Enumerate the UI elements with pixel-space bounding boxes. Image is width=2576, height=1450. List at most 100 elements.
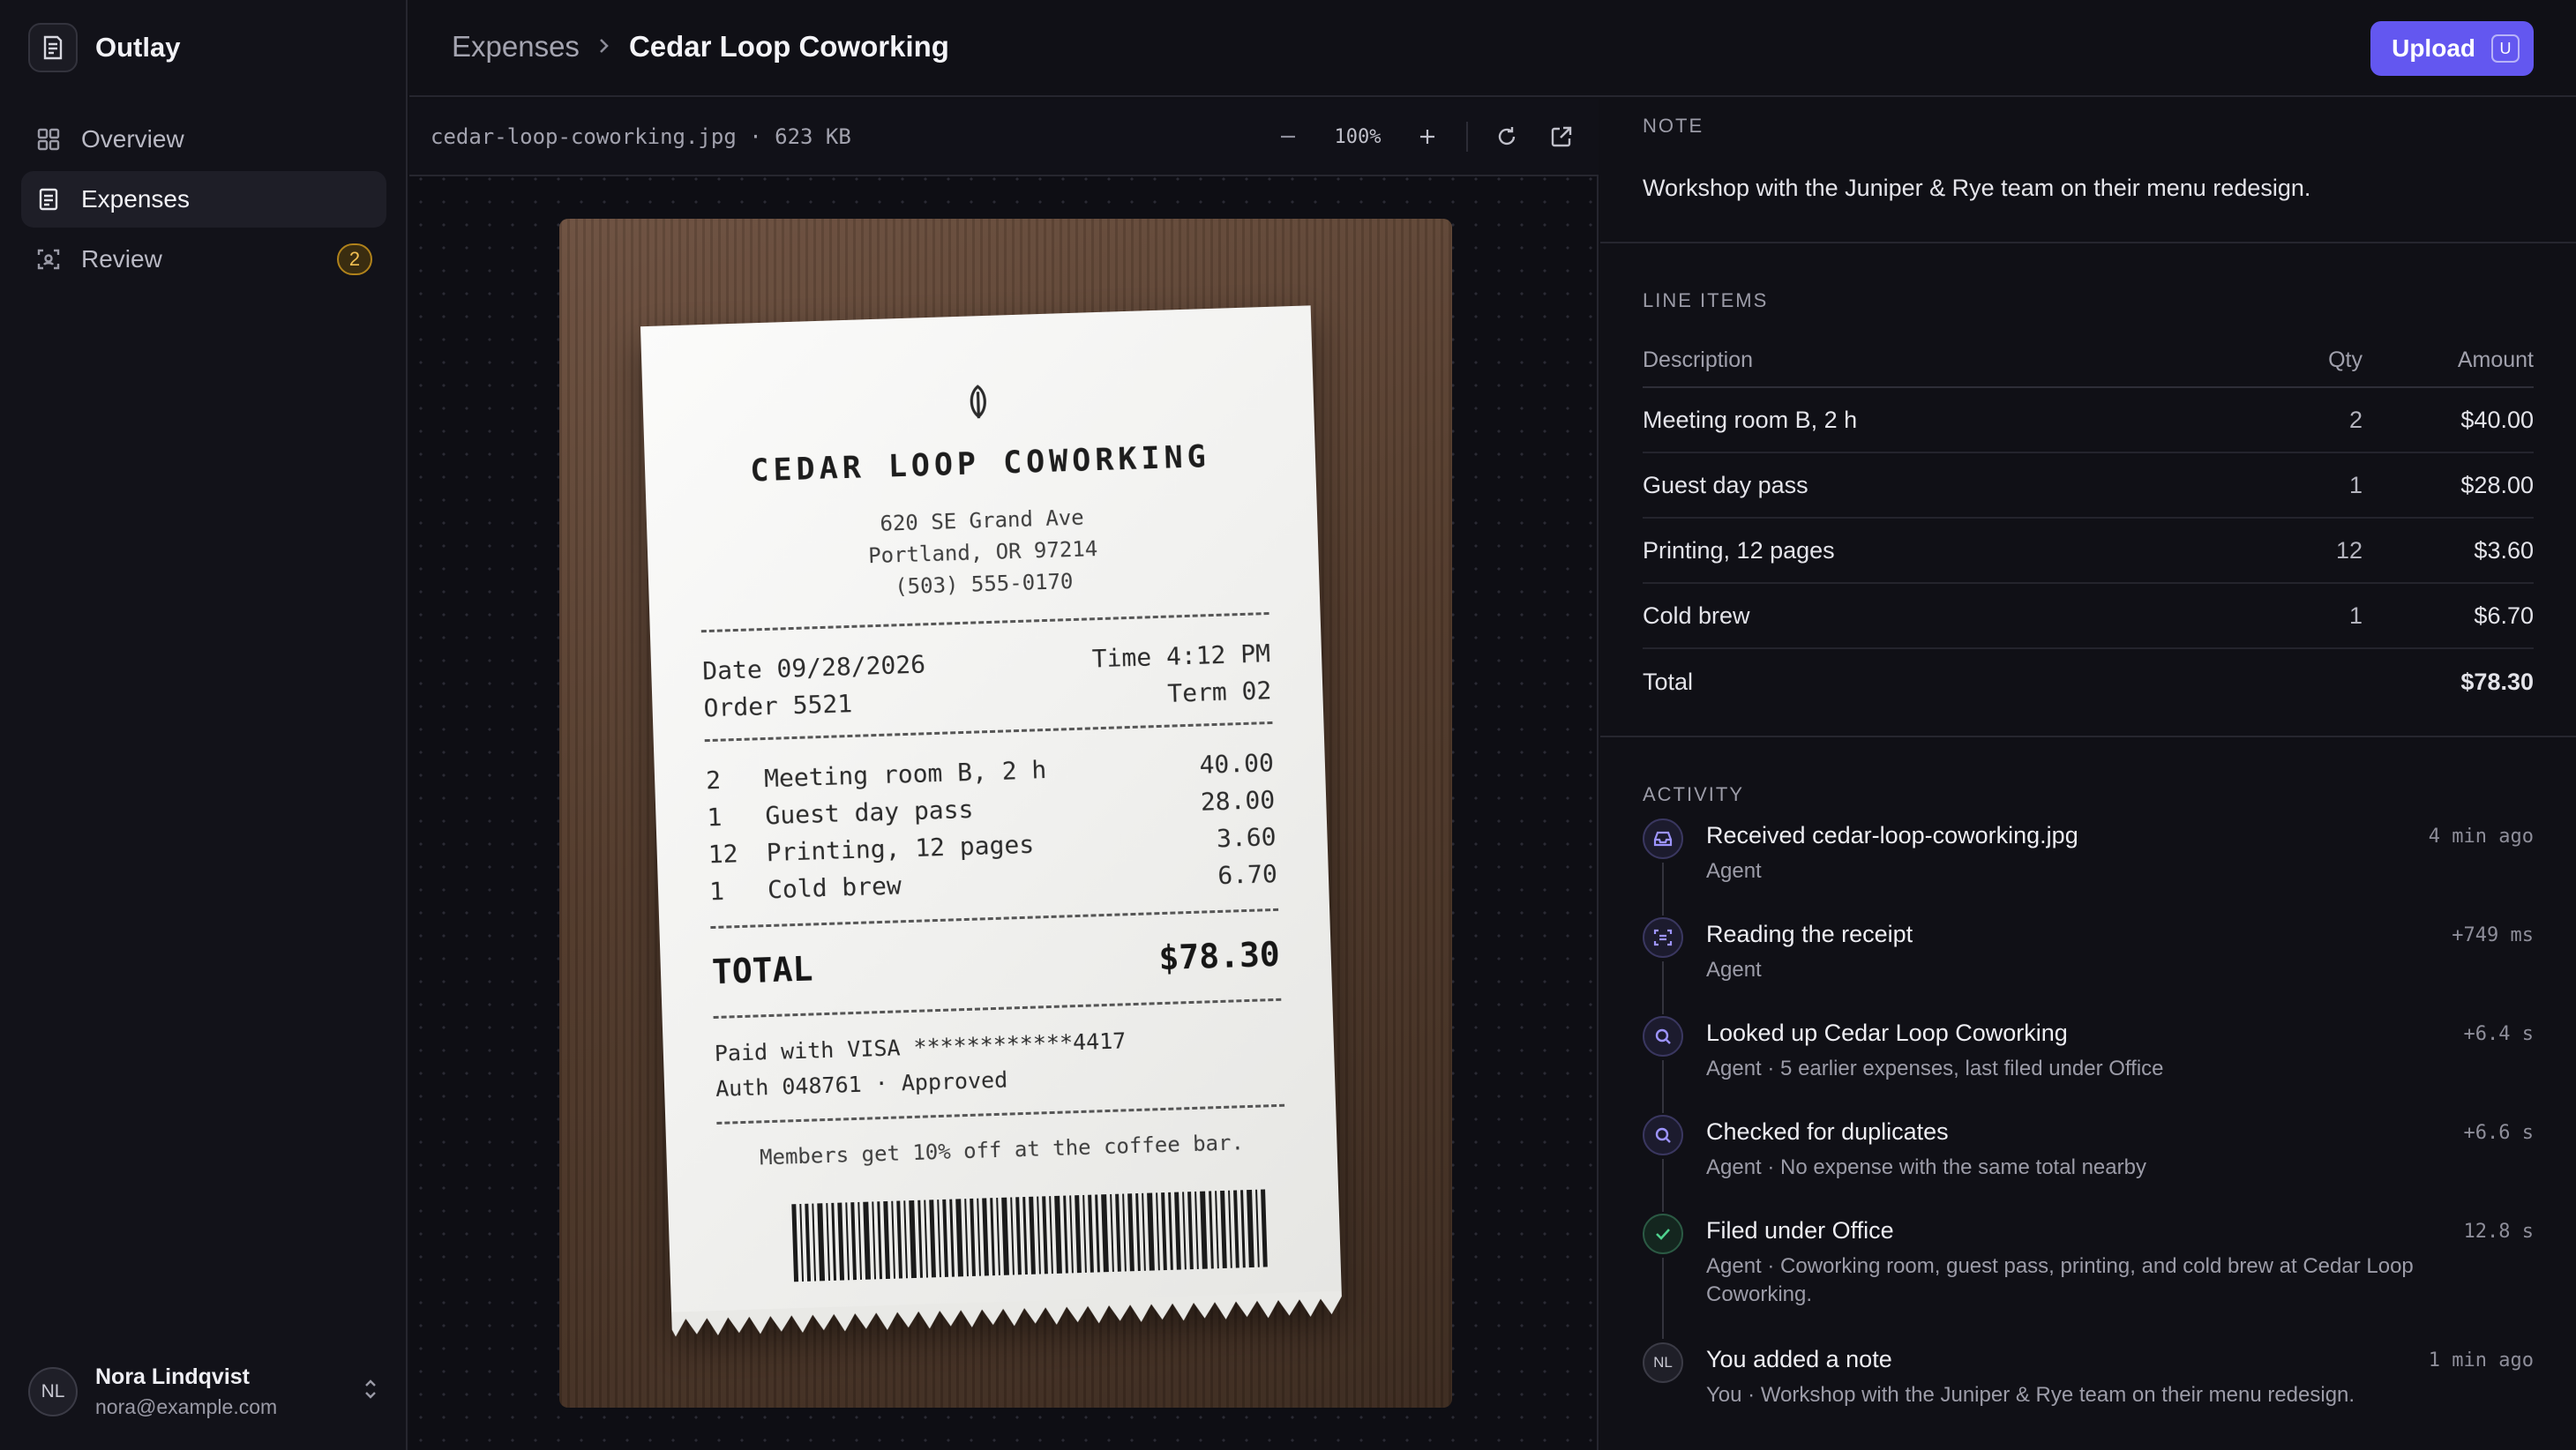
barcode-icon	[791, 1189, 1268, 1282]
sidebar-item-expenses[interactable]: Expenses	[21, 171, 386, 228]
avatar: NL	[28, 1367, 78, 1416]
column-header-amount: Amount	[2457, 347, 2534, 372]
line-item-amount: $3.60	[2474, 536, 2534, 564]
line-item-description: Printing, 12 pages	[1643, 536, 1835, 564]
receipt-line-amount: 3.60	[1216, 821, 1277, 853]
activity-item[interactable]: Reading the receipt Agent +749 ms	[1643, 917, 2534, 1005]
column-header-qty: Qty	[2328, 347, 2363, 372]
user-info: Nora Lindqvist nora@example.com	[95, 1364, 344, 1419]
activity-label: ACTIVITY	[1643, 783, 1745, 805]
receipt-line-amount: 40.00	[1199, 747, 1275, 780]
file-info: cedar-loop-coworking.jpg · 623 KB	[431, 124, 851, 149]
activity-meta: Agent · 5 earlier expenses, last filed u…	[1706, 1057, 2164, 1080]
brand[interactable]: Outlay	[28, 23, 180, 72]
total-amount: $78.30	[2460, 668, 2534, 695]
receipt-title: CEDAR LOOP COWORKING	[749, 439, 1211, 490]
open-external-icon[interactable]	[1546, 121, 1577, 153]
sidebar-item-review[interactable]: Review 2	[21, 231, 386, 288]
activity-title: Reading the receipt	[1706, 921, 1913, 947]
chevron-up-down-icon	[362, 1378, 379, 1407]
receipt-term: Term 02	[1166, 675, 1272, 708]
receipt-payment: Paid with VISA ************4417	[714, 1028, 1127, 1066]
sidebar-item-overview[interactable]: Overview	[21, 111, 386, 168]
receipt-order: Order 5521	[703, 688, 853, 723]
activity-item[interactable]: NL You added a note You · Workshop with …	[1643, 1342, 2534, 1431]
activity-item[interactable]: Checked for duplicates Agent · No expens…	[1643, 1115, 2534, 1203]
breadcrumb-expenses[interactable]: Expenses	[452, 30, 580, 64]
receipt-divider	[710, 908, 1279, 930]
receipt-divider	[713, 998, 1282, 1020]
receipt-date: Date 09/28/2026	[701, 649, 926, 686]
activity-title: Received cedar-loop-coworking.jpg	[1706, 822, 2078, 848]
receipt-paper: CEDAR LOOP COWORKING 620 SE Grand Ave Po…	[640, 305, 1343, 1349]
column-header-description: Description	[1643, 347, 1754, 372]
top-header: Expenses Cedar Loop Coworking Upload U	[409, 0, 2576, 97]
line-item-description: Cold brew	[1643, 602, 1750, 629]
scan-text-icon	[1643, 917, 1683, 958]
note-text[interactable]: Workshop with the Juniper & Rye team on …	[1643, 175, 2310, 202]
line-item-description: Guest day pass	[1643, 471, 1808, 498]
user-email: nora@example.com	[95, 1395, 278, 1418]
receipt-divider	[700, 612, 1269, 633]
line-item-qty: 2	[2348, 406, 2363, 433]
receipt-total-label: TOTAL	[711, 949, 814, 992]
activity-time: +749 ms	[2452, 924, 2534, 946]
receipt-line-qty: 2	[705, 765, 722, 796]
receipt-line-desc: Printing, 12 pages	[766, 829, 1035, 868]
user-menu[interactable]: NL Nora Lindqvist nora@example.com	[28, 1362, 379, 1422]
activity-item[interactable]: Received cedar-loop-coworking.jpg Agent …	[1643, 818, 2534, 907]
activity-title: Filed under Office	[1706, 1217, 1894, 1244]
line-item-qty: 1	[2348, 471, 2363, 498]
activity-item[interactable]: Filed under Office Agent · Coworking roo…	[1643, 1214, 2534, 1330]
receipt-total-row: TOTAL $78.30	[711, 935, 1280, 991]
table-header: Description Qty Amount	[1643, 333, 2534, 388]
leaf-logo-icon	[642, 372, 1314, 437]
line-items-table: Description Qty Amount Meeting room B, 2…	[1643, 333, 2534, 714]
receipt-viewer: cedar-loop-coworking.jpg · 623 KB 100% C…	[409, 99, 1599, 1450]
zoom-in-icon[interactable]	[1412, 121, 1443, 153]
sidebar-nav: Overview Expenses Review 2	[21, 111, 386, 291]
receipt-icon	[35, 186, 62, 213]
activity-meta: Agent	[1706, 958, 1762, 982]
table-row[interactable]: Meeting room B, 2 h 2 $40.00	[1643, 388, 2534, 453]
receipt-auth: Auth 048761 · Approved	[715, 1066, 1008, 1102]
total-label: Total	[1643, 668, 1694, 695]
shortcut-hint: U	[2491, 34, 2520, 63]
review-count-badge: 2	[337, 243, 372, 275]
activity-title: You added a note	[1706, 1346, 1892, 1372]
check-icon	[1643, 1214, 1683, 1254]
sidebar-item-label: Overview	[81, 125, 184, 153]
receipt-logo-icon	[28, 23, 78, 72]
section-divider	[1600, 736, 2576, 737]
receipt-line-desc: Meeting room B, 2 h	[763, 755, 1047, 794]
line-item-qty: 12	[2335, 536, 2363, 564]
receipt-line-qty: 1	[708, 876, 725, 907]
receipt-photo[interactable]: CEDAR LOOP COWORKING 620 SE Grand Ave Po…	[559, 219, 1452, 1408]
activity-item[interactable]: Looked up Cedar Loop Coworking Agent · 5…	[1643, 1016, 2534, 1104]
sidebar-item-label: Review	[81, 245, 162, 273]
receipt-footer: Members get 10% off at the coffee bar.	[759, 1130, 1245, 1170]
user-avatar: NL	[1643, 1342, 1683, 1383]
line-item-amount: $40.00	[2460, 406, 2534, 433]
line-item-amount: $28.00	[2460, 471, 2534, 498]
table-row[interactable]: Guest day pass 1 $28.00	[1643, 453, 2534, 519]
scan-icon	[35, 246, 62, 273]
receipt-total-amount: $78.30	[1157, 934, 1281, 978]
line-items-label: LINE ITEMS	[1643, 289, 1769, 311]
table-row[interactable]: Cold brew 1 $6.70	[1643, 584, 2534, 649]
section-divider	[1600, 242, 2576, 243]
upload-button[interactable]: Upload U	[2370, 21, 2534, 76]
activity-meta: You · Workshop with the Juniper & Rye te…	[1706, 1383, 2355, 1407]
activity-meta: Agent	[1706, 859, 1762, 883]
rotate-icon[interactable]	[1491, 121, 1523, 153]
receipt-time: Time 4:12 PM	[1091, 638, 1271, 674]
zoom-out-icon[interactable]	[1272, 121, 1304, 153]
activity-time: 12.8 s	[2463, 1221, 2534, 1243]
chevron-right-icon	[597, 30, 611, 64]
table-row[interactable]: Printing, 12 pages 12 $3.60	[1643, 519, 2534, 584]
details-panel: NOTE Workshop with the Juniper & Rye tea…	[1600, 99, 2576, 1450]
breadcrumb: Expenses Cedar Loop Coworking	[452, 30, 949, 64]
search-icon	[1643, 1016, 1683, 1057]
activity-time: 4 min ago	[2428, 826, 2534, 848]
line-item-description: Meeting room B, 2 h	[1643, 406, 1858, 433]
